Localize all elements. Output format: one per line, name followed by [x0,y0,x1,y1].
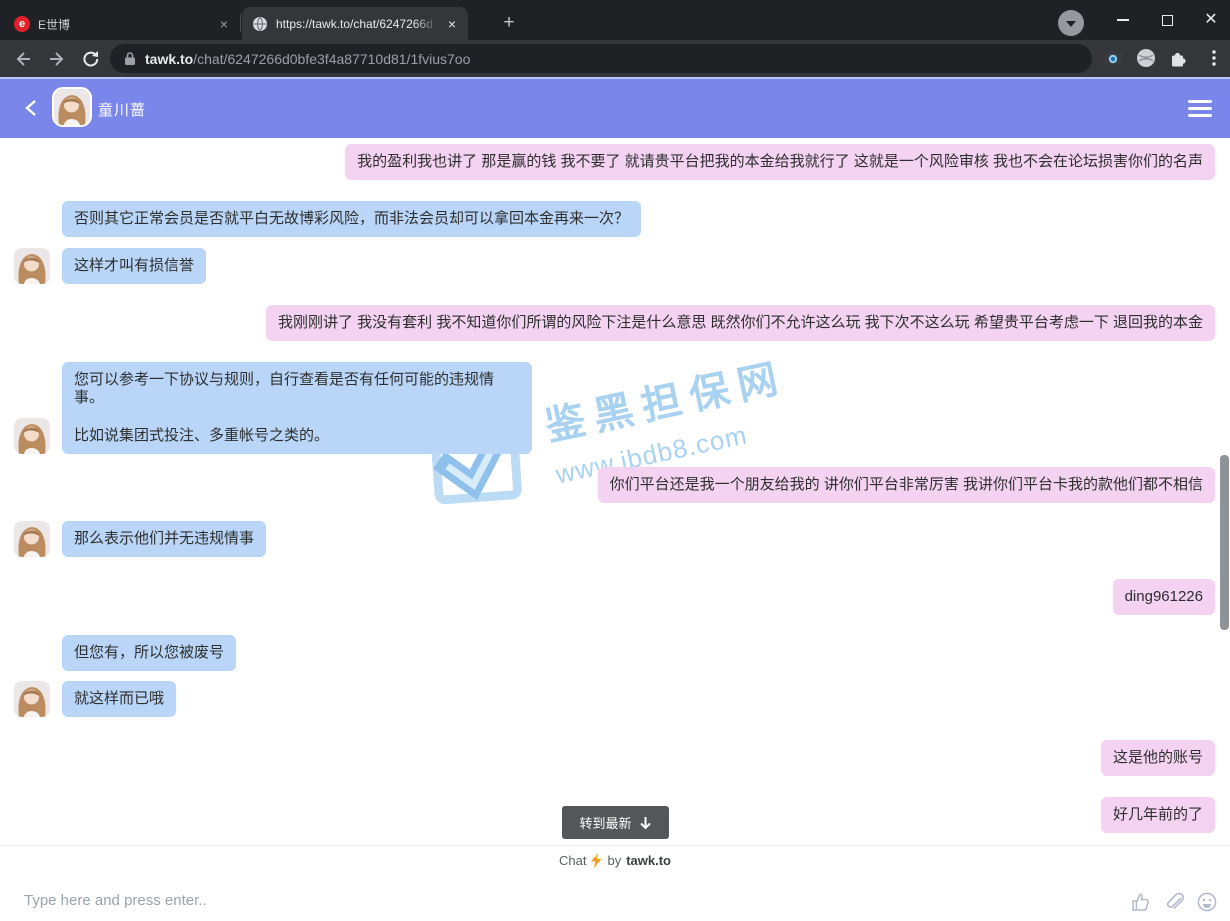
globe-icon [252,16,268,32]
message-row: 好几年前的了 [1101,797,1215,833]
agent-message-bubble: 这样才叫有损信誉 [62,248,206,284]
hamburger-menu-icon[interactable] [1188,100,1212,122]
camera-extension-icon[interactable] [1102,47,1124,69]
divider [0,845,1230,846]
message-row: 但您有，所以您被废号 [62,635,236,671]
lightning-bolt-icon [591,853,602,868]
message-row: 你们平台还是我一个朋友给我的 讲你们平台非常厉害 我讲你们平台卡我的款他们都不相… [598,467,1215,503]
forward-icon[interactable] [46,48,68,70]
arrow-down-icon [639,816,652,830]
close-icon[interactable]: × [218,15,230,33]
composer-bar [0,878,1230,921]
tab-esball[interactable]: e E世博 × [4,8,240,40]
chevron-down-icon [1066,21,1076,27]
jump-to-latest-label: 转到最新 [579,813,631,832]
agent-message-bubble: 那么表示他们并无违规情事 [62,521,266,557]
message-line: 您可以参考一下协议与规则，自行查看是否有任何可能的违规情事。 [74,371,520,407]
message-row: 我的盈利我也讲了 那是赢的钱 我不要了 就请贵平台把我的本金给我就行了 这就是一… [345,144,1215,180]
branding-chat-label: Chat [559,853,586,868]
visitor-message-bubble: 我刚刚讲了 我没有套利 我不知道你们所谓的风险下注是什么意思 既然你们不允许这么… [266,305,1215,341]
message-row: ding961226 [1113,579,1215,615]
visitor-message-bubble: 好几年前的了 [1101,797,1215,833]
kebab-menu-icon[interactable] [1203,47,1225,69]
back-chevron-icon[interactable] [22,98,42,118]
thumbs-up-icon[interactable] [1130,891,1152,913]
message-input[interactable] [24,886,924,914]
visitor-message-bubble: 这是他的账号 [1101,740,1215,776]
message-row: 我刚刚讲了 我没有套利 我不知道你们所谓的风险下注是什么意思 既然你们不允许这么… [266,305,1215,341]
close-icon: ✕ [1204,12,1217,28]
maximize-button[interactable] [1145,0,1189,40]
tab-search-button[interactable] [1058,10,1084,36]
visitor-message-bubble: 你们平台还是我一个朋友给我的 讲你们平台非常厉害 我讲你们平台卡我的款他们都不相… [598,467,1215,503]
tawk-branding: Chat by tawk.to [0,853,1230,868]
url-text: tawk.to/chat/6247266d0bfe3f4a87710d81/1f… [145,51,470,67]
agent-message-bubble: 但您有，所以您被废号 [62,635,236,671]
url-host: tawk.to [145,51,193,67]
agent-message-bubble: 就这样而已哦 [62,681,176,717]
message-row: 否则其它正常会员是否就平白无故博彩风险，而非法会员却可以拿回本金再来一次？ [62,201,641,237]
close-window-button[interactable]: ✕ [1189,0,1230,40]
branding-by-label: by [607,853,621,868]
agent-avatar [14,521,50,557]
message-row: 您可以参考一下协议与规则，自行查看是否有任何可能的违规情事。 比如说集团式投注、… [14,362,532,454]
agent-message-bubble: 您可以参考一下协议与规则，自行查看是否有任何可能的违规情事。 比如说集团式投注、… [62,362,532,454]
tawk-to-link[interactable]: tawk.to [626,853,671,868]
address-bar[interactable]: tawk.to/chat/6247266d0bfe3f4a87710d81/1f… [110,44,1092,73]
url-path: /chat/6247266d0bfe3f4a87710d81/1fvius7oo [193,51,470,67]
message-line: 比如说集团式投注、多重帐号之类的。 [74,427,520,445]
back-icon[interactable] [12,48,34,70]
chat-header [0,77,1230,138]
tab-separator [240,14,241,32]
jump-to-latest-button[interactable]: 转到最新 [562,806,669,839]
minimize-icon [1117,19,1129,21]
extensions-puzzle-icon[interactable] [1167,47,1189,69]
agent-message-bubble: 否则其它正常会员是否就平白无故博彩风险，而非法会员却可以拿回本金再来一次？ [62,201,641,237]
visitor-message-bubble: ding961226 [1113,579,1215,615]
agent-avatar [14,418,50,454]
agent-avatar [14,248,50,284]
reload-icon[interactable] [80,48,102,70]
esball-red-e-icon: e [14,16,30,32]
minimize-button[interactable] [1101,0,1145,40]
new-tab-button[interactable]: + [496,10,522,36]
profile-icon[interactable] [1135,47,1157,69]
message-row: 这是他的账号 [1101,740,1215,776]
smiley-icon[interactable] [1196,891,1218,913]
contact-name: 童川蔷 [98,99,146,120]
message-row: 那么表示他们并无违规情事 [14,521,266,557]
agent-avatar [14,681,50,717]
visitor-message-bubble: 我的盈利我也讲了 那是赢的钱 我不要了 就请贵平台把我的本金给我就行了 这就是一… [345,144,1215,180]
tab-title: https://tawk.to/chat/6247266d [276,17,438,31]
close-icon[interactable]: × [446,15,458,33]
message-row: 这样才叫有损信誉 [14,248,206,284]
message-row: 就这样而已哦 [14,681,176,717]
maximize-icon [1162,15,1173,26]
browser-tab-strip: e E世博 × https://tawk.to/chat/6247266d × … [0,0,1230,40]
contact-avatar[interactable] [52,87,92,127]
lock-icon [124,51,136,66]
tab-tawk-chat[interactable]: https://tawk.to/chat/6247266d × [242,7,468,40]
scrollbar-thumb[interactable] [1220,455,1229,630]
tab-title: E世博 [38,16,210,33]
paperclip-icon[interactable] [1163,891,1185,913]
